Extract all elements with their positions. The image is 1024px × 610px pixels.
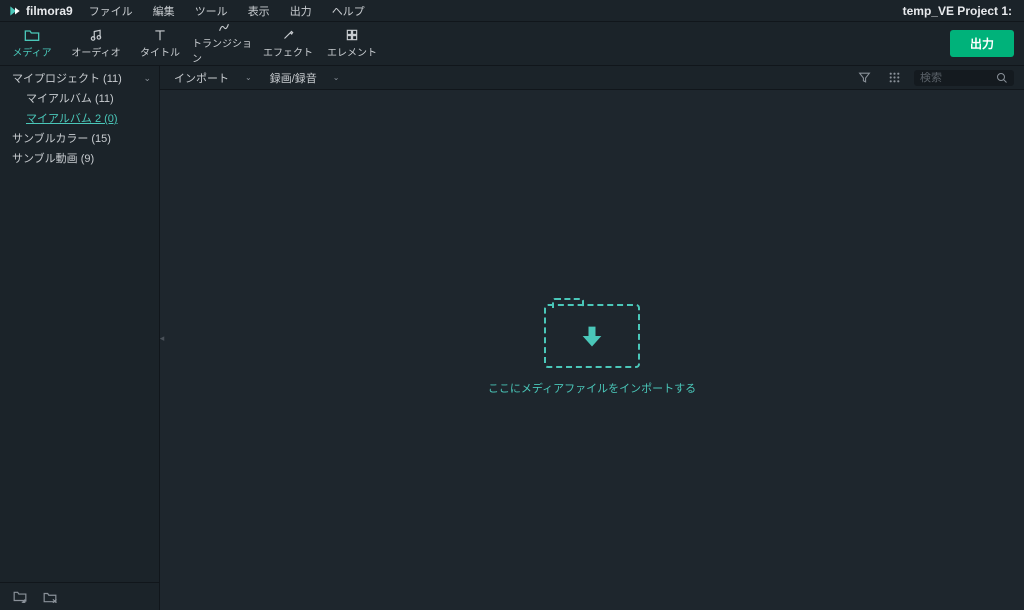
tab-label: エフェクト	[263, 44, 313, 59]
tab-audio[interactable]: オーディオ	[64, 22, 128, 65]
element-icon	[345, 28, 359, 42]
tab-transition[interactable]: トランジション	[192, 22, 256, 65]
tab-title[interactable]: タイトル	[128, 22, 192, 65]
tab-label: タイトル	[140, 44, 180, 59]
media-content: インポート ⌄ 録画/録音 ⌄ ここにメディアファイルをイン	[160, 66, 1024, 610]
music-icon	[89, 28, 103, 42]
record-dropdown[interactable]: 録画/録音 ⌄	[266, 68, 344, 88]
menu-help[interactable]: ヘルプ	[324, 1, 373, 21]
content-toolbar: インポート ⌄ 録画/録音 ⌄	[160, 66, 1024, 90]
tree-sample-video[interactable]: サンブル動画 (9)	[0, 148, 159, 168]
tree-my-album[interactable]: マイアルバム (11)	[0, 88, 159, 108]
menu-tools[interactable]: ツール	[187, 1, 236, 21]
import-dropdown[interactable]: インポート ⌄	[170, 68, 256, 88]
tab-label: トランジション	[192, 35, 256, 65]
add-folder-icon[interactable]	[10, 587, 30, 607]
record-label: 録画/録音	[270, 70, 317, 86]
transition-icon	[216, 22, 232, 33]
tab-media[interactable]: メディア	[0, 22, 64, 65]
tab-label: メディア	[12, 44, 51, 59]
text-icon	[153, 28, 167, 42]
dropzone-text: ここにメディアファイルをインポートする	[488, 380, 696, 396]
tree-label: マイアルバム (11)	[26, 90, 114, 106]
filter-icon[interactable]	[854, 68, 874, 88]
tree-label: マイアルバム 2 (0)	[26, 110, 118, 126]
remove-folder-icon[interactable]	[40, 587, 60, 607]
chevron-down-icon: ⌄	[143, 73, 151, 84]
logo-icon	[8, 4, 22, 18]
menu-export[interactable]: 出力	[282, 1, 320, 21]
project-title: temp_VE Project 1:	[903, 4, 1012, 18]
tree-my-album-2[interactable]: マイアルバム 2 (0)	[0, 108, 159, 128]
media-tree: マイプロジェクト (11) ⌄ マイアルバム (11) マイアルバム 2 (0)…	[0, 66, 159, 582]
tab-effect[interactable]: エフェクト	[256, 22, 320, 65]
chevron-down-icon: ⌄	[333, 73, 340, 82]
import-dropzone[interactable]: ここにメディアファイルをインポートする	[160, 90, 1024, 610]
tree-label: サンブルカラー (15)	[12, 130, 111, 146]
tree-my-project[interactable]: マイプロジェクト (11) ⌄	[0, 68, 159, 88]
chevron-down-icon: ⌄	[245, 73, 252, 82]
menu-file[interactable]: ファイル	[81, 1, 141, 21]
menubar: filmora9 ファイル 編集 ツール 表示 出力 ヘルプ temp_VE P…	[0, 0, 1024, 22]
folder-icon	[24, 28, 40, 42]
toolbar-spacer	[384, 22, 950, 65]
tab-label: オーディオ	[71, 44, 120, 59]
menu-edit[interactable]: 編集	[145, 1, 183, 21]
effect-icon	[281, 28, 295, 42]
export-button[interactable]: 出力	[950, 30, 1014, 57]
app-name: filmora9	[26, 4, 73, 18]
dropzone-folder-icon	[544, 304, 640, 368]
tree-label: サンブル動画 (9)	[12, 150, 94, 166]
search-input[interactable]	[920, 72, 990, 84]
sidebar-collapse-handle[interactable]: ◂	[159, 320, 165, 356]
download-arrow-icon	[578, 322, 606, 350]
tabs-toolbar: メディア オーディオ タイトル トランジション エフェクト エレメント 出力	[0, 22, 1024, 66]
sidebar-footer	[0, 582, 159, 610]
import-label: インポート	[174, 70, 229, 86]
search-icon	[996, 72, 1008, 84]
tree-label: マイプロジェクト (11)	[12, 70, 122, 86]
app-logo: filmora9	[8, 4, 73, 18]
menubar-items: ファイル 編集 ツール 表示 出力 ヘルプ	[81, 1, 903, 21]
media-sidebar: マイプロジェクト (11) ⌄ マイアルバム (11) マイアルバム 2 (0)…	[0, 66, 160, 610]
main-row: マイプロジェクト (11) ⌄ マイアルバム (11) マイアルバム 2 (0)…	[0, 66, 1024, 610]
grid-view-icon[interactable]	[884, 68, 904, 88]
tree-sample-color[interactable]: サンブルカラー (15)	[0, 128, 159, 148]
menu-view[interactable]: 表示	[240, 1, 278, 21]
tab-label: エレメント	[327, 44, 377, 59]
tab-element[interactable]: エレメント	[320, 22, 384, 65]
search-box[interactable]	[914, 70, 1014, 86]
